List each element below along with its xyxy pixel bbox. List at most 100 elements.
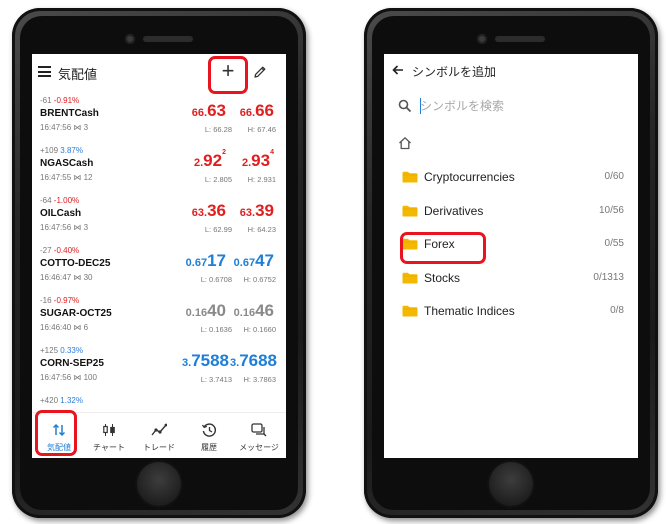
change-points: -16 (40, 296, 52, 305)
page-title: シンボルを追加 (412, 65, 497, 79)
folder-item[interactable]: Cryptocurrencies 0/60 (384, 160, 638, 194)
add-symbol-screen: シンボルを追加 Cryptocurrencies 0/60 Derivatives 1… (384, 54, 638, 458)
high-price: H: 64.23 (247, 225, 276, 234)
price-big-digits: 63 (207, 101, 226, 120)
symbol-name: BRENTCash (40, 108, 99, 119)
quote-row[interactable]: -61 -0.91% BRENTCash 16:47:56 ⋈ 3 66.63 66.6… (32, 92, 286, 142)
spread-value: 12 (83, 173, 93, 182)
quote-row-partial[interactable]: +420 1.32% (32, 392, 286, 406)
low-price: L: 2.805 (204, 175, 232, 184)
price-fraction-digit: 2 (222, 149, 226, 156)
folder-count: 0/55 (604, 238, 624, 249)
history-icon (202, 423, 217, 437)
change-percent: 1.32% (60, 396, 83, 405)
price-small-digits: 63. (239, 207, 256, 219)
spread-icon: ⋈ (73, 123, 82, 132)
high-price: H: 67.46 (247, 125, 276, 134)
folder-item[interactable]: Stocks 0/1313 (384, 261, 638, 295)
price-small-digits: 3. (230, 357, 240, 369)
bid-price[interactable]: 63.36 (182, 201, 226, 221)
price-small-digits: 3. (182, 357, 192, 369)
symbol-name: NGASCash (40, 158, 94, 169)
price-small-digits: 63. (191, 207, 208, 219)
quote-row[interactable]: -27 -0.40% COTTO-DEC25 16:46:47 ⋈ 30 0.6717… (32, 242, 286, 292)
add-symbol-header: シンボルを追加 (384, 54, 638, 86)
price-small-digits: 0.67 (233, 257, 256, 269)
quote-row[interactable]: +109 3.87% NGASCash 16:47:55 ⋈ 12 2.922 2.93… (32, 142, 286, 192)
ask-price[interactable]: 63.39 (230, 201, 274, 221)
symbol-name: CORN-SEP25 (40, 358, 104, 369)
change-percent: 0.33% (60, 346, 83, 355)
price-fraction-digit: 4 (270, 149, 274, 156)
price-big-digits: 93 (251, 151, 271, 170)
quote-meta: 16:47:56 ⋈ 3 (40, 223, 88, 232)
back-arrow-icon[interactable] (392, 64, 404, 76)
quote-row[interactable]: -64 -1.00% OILCash 16:47:56 ⋈ 3 63.36 63.39 L… (32, 192, 286, 242)
spread-value: 100 (83, 373, 97, 382)
ask-price[interactable]: 0.6747 (230, 251, 274, 271)
ask-price[interactable]: 66.66 (230, 101, 274, 121)
quote-row[interactable]: -16 -0.97% SUGAR-OCT25 16:46:40 ⋈ 6 0.1640 0… (32, 292, 286, 342)
home-button[interactable] (137, 462, 181, 506)
hamburger-menu-icon[interactable] (38, 66, 51, 77)
high-price: H: 3.7863 (243, 375, 276, 384)
spread-icon: ⋈ (73, 173, 82, 182)
quote-time: 16:47:56 (40, 223, 72, 232)
ask-price[interactable]: 3.7688 (230, 351, 278, 371)
spread-icon: ⋈ (73, 373, 82, 382)
folder-name: Derivatives (424, 203, 484, 218)
tab-trade[interactable]: トレード (134, 413, 184, 458)
high-price: H: 2.931 (247, 175, 276, 184)
quotes-screen: 気配値 + -61 -0.91% BRENTCash 16:47:56 ⋈ 3 66.… (32, 54, 286, 458)
trade-line-icon (151, 423, 167, 436)
home-icon[interactable] (398, 136, 412, 150)
change-points: +420 (40, 396, 59, 405)
folder-count: 0/8 (610, 305, 624, 316)
quote-time: 16:47:56 (40, 373, 72, 382)
home-button[interactable] (489, 462, 533, 506)
folder-icon (402, 305, 418, 317)
add-symbol-button[interactable]: + (212, 58, 244, 86)
quote-meta: 16:46:47 ⋈ 30 (40, 273, 93, 282)
high-price: H: 0.1660 (243, 325, 276, 334)
ask-price[interactable]: 0.1646 (230, 301, 274, 321)
quote-time: 16:46:47 (40, 273, 72, 282)
high-price: H: 0.6752 (243, 275, 276, 284)
tab-messages[interactable]: メッセージ (234, 413, 284, 458)
price-big-digits: 92 (203, 151, 223, 170)
change-percent: -1.00% (53, 196, 80, 205)
bid-price[interactable]: 0.1640 (182, 301, 226, 321)
folder-count: 0/1313 (593, 271, 624, 283)
change-points: +109 (40, 146, 59, 155)
tab-label: 履歴 (201, 443, 217, 452)
folder-item[interactable]: Thematic Indices 0/8 (384, 294, 638, 328)
price-big-digits: 39 (255, 201, 274, 220)
price-big-digits: 7588 (191, 351, 230, 370)
folder-item[interactable]: Derivatives 10/56 (384, 194, 638, 228)
tab-chart[interactable]: チャート (84, 413, 134, 458)
price-big-digits: 7688 (239, 351, 278, 370)
quote-meta: 16:47:55 ⋈ 12 (40, 173, 93, 182)
search-input[interactable] (420, 96, 620, 116)
change-points: -61 (40, 96, 52, 105)
tab-history[interactable]: 履歴 (184, 413, 234, 458)
bid-price[interactable]: 2.922 (182, 149, 226, 171)
price-big-digits: 17 (207, 251, 226, 270)
change-info: -27 -0.40% (40, 246, 79, 255)
spread-icon: ⋈ (73, 323, 82, 332)
price-small-digits: 0.16 (233, 307, 256, 319)
ask-price[interactable]: 2.934 (230, 149, 274, 171)
quotes-list: -61 -0.91% BRENTCash 16:47:56 ⋈ 3 66.63 66.6… (32, 92, 286, 406)
pencil-icon[interactable] (252, 64, 268, 80)
quote-row[interactable]: +125 0.33% CORN-SEP25 16:47:56 ⋈ 100 3.7588… (32, 342, 286, 392)
tab-label: メッセージ (239, 443, 279, 452)
bid-price[interactable]: 0.6717 (182, 251, 226, 271)
low-price: L: 0.1636 (200, 325, 232, 334)
bid-price[interactable]: 3.7588 (182, 351, 230, 371)
folder-item[interactable]: Forex 0/55 (384, 227, 638, 261)
folder-name: Forex (424, 237, 455, 251)
bid-price[interactable]: 66.63 (182, 101, 226, 121)
change-info: +125 0.33% (40, 346, 83, 355)
tab-quotes[interactable]: 気配値 (34, 413, 84, 458)
change-info: +109 3.87% (40, 146, 83, 155)
